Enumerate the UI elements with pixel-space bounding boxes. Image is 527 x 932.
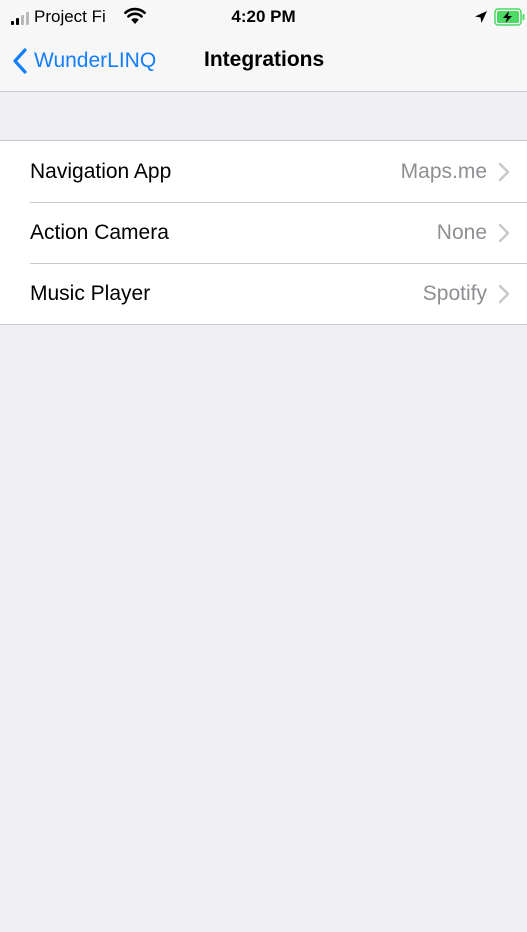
chevron-right-icon bbox=[498, 162, 510, 182]
navigation-bar: WunderLINQ Integrations bbox=[0, 36, 527, 91]
chevron-left-icon bbox=[13, 48, 27, 74]
back-button[interactable]: WunderLINQ bbox=[12, 46, 156, 76]
row-title: Navigation App bbox=[30, 160, 172, 183]
page-title: Integrations bbox=[204, 48, 325, 71]
status-time: 4:20 PM bbox=[231, 7, 296, 26]
row-value: None bbox=[436, 221, 487, 244]
battery-charging-icon bbox=[494, 8, 525, 26]
screen: Project Fi 4:20 PM WunderLINQ Integratio… bbox=[0, 0, 527, 932]
row-title: Music Player bbox=[30, 282, 151, 305]
action-camera-row[interactable]: Action Camera None bbox=[0, 202, 527, 263]
music-player-row[interactable]: Music Player Spotify bbox=[0, 263, 527, 324]
navigation-app-row[interactable]: Navigation App Maps.me bbox=[0, 141, 527, 202]
chevron-right-icon bbox=[498, 284, 510, 304]
chevron-right-icon bbox=[498, 223, 510, 243]
row-title: Action Camera bbox=[30, 221, 169, 244]
status-bar: Project Fi 4:20 PM bbox=[0, 0, 527, 36]
row-value: Maps.me bbox=[400, 160, 487, 183]
back-button-label: WunderLINQ bbox=[34, 49, 157, 72]
header: Project Fi 4:20 PM WunderLINQ Integratio… bbox=[0, 0, 527, 92]
location-arrow-icon bbox=[475, 11, 487, 23]
integrations-table: Navigation App Maps.me Action Camera Non… bbox=[0, 140, 527, 325]
row-value: Spotify bbox=[422, 282, 487, 305]
